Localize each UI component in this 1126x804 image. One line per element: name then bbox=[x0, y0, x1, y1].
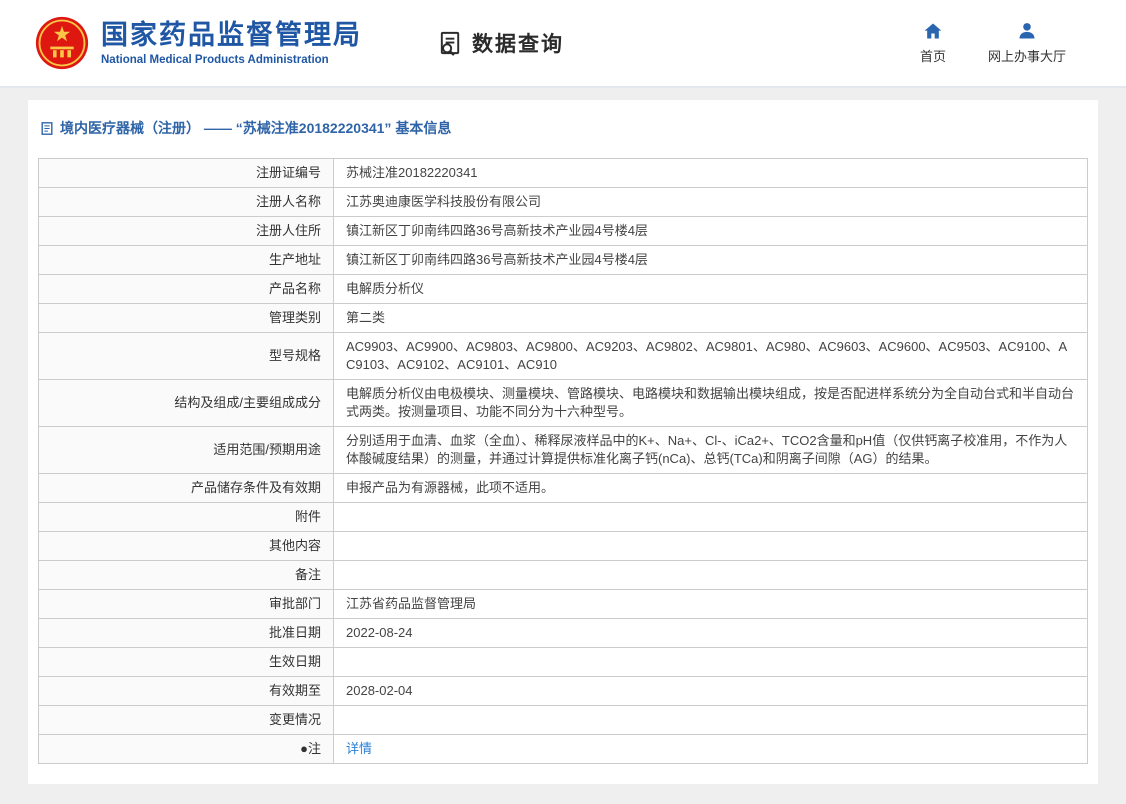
row-value: AC9903、AC9900、AC9803、AC9800、AC9203、AC980… bbox=[334, 333, 1088, 380]
table-row: 产品储存条件及有效期 申报产品为有源器械，此项不适用。 bbox=[39, 474, 1088, 503]
table-row: 其他内容 bbox=[39, 532, 1088, 561]
table-row: 注册人住所 镇江新区丁卯南纬四路36号高新技术产业园4号楼4层 bbox=[39, 217, 1088, 246]
row-value bbox=[334, 561, 1088, 590]
table-row: 附件 bbox=[39, 503, 1088, 532]
registration-info-table: 注册证编号 苏械注准20182220341 注册人名称 江苏奥迪康医学科技股份有… bbox=[38, 158, 1088, 764]
row-value: 镇江新区丁卯南纬四路36号高新技术产业园4号楼4层 bbox=[334, 217, 1088, 246]
table-row: 变更情况 bbox=[39, 706, 1088, 735]
table-row: 结构及组成/主要组成成分 电解质分析仪由电极模块、测量模块、管路模块、电路模块和… bbox=[39, 380, 1088, 427]
row-value: 分别适用于血清、血浆（全血）、稀释尿液样品中的K+、Na+、Cl-、iCa2+、… bbox=[334, 427, 1088, 474]
brand: 国家药品监督管理局 National Medical Products Admi… bbox=[35, 16, 362, 70]
home-icon bbox=[923, 21, 943, 41]
table-row: 有效期至 2028-02-04 bbox=[39, 677, 1088, 706]
row-value bbox=[334, 648, 1088, 677]
table-row: 备注 bbox=[39, 561, 1088, 590]
header-nav: 首页 网上办事大厅 bbox=[920, 21, 1066, 65]
org-name-cn: 国家药品监督管理局 bbox=[101, 20, 362, 51]
table-row: 注册人名称 江苏奥迪康医学科技股份有限公司 bbox=[39, 188, 1088, 217]
nav-home[interactable]: 首页 bbox=[920, 21, 946, 65]
table-row: 适用范围/预期用途 分别适用于血清、血浆（全血）、稀释尿液样品中的K+、Na+、… bbox=[39, 427, 1088, 474]
page-title-row: 境内医疗器械（注册） —— “苏械注准20182220341” 基本信息 bbox=[38, 114, 1088, 142]
row-label: 其他内容 bbox=[39, 532, 334, 561]
row-label: 结构及组成/主要组成成分 bbox=[39, 380, 334, 427]
page-title: 境内医疗器械（注册） —— “苏械注准20182220341” 基本信息 bbox=[60, 118, 451, 138]
row-label: 管理类别 bbox=[39, 304, 334, 333]
document-search-icon bbox=[437, 30, 464, 57]
row-label: 附件 bbox=[39, 503, 334, 532]
row-label: 有效期至 bbox=[39, 677, 334, 706]
row-value bbox=[334, 503, 1088, 532]
nav-home-label: 首页 bbox=[920, 46, 946, 65]
row-label: 审批部门 bbox=[39, 590, 334, 619]
site-header: 国家药品监督管理局 National Medical Products Admi… bbox=[0, 0, 1126, 88]
row-label: 变更情况 bbox=[39, 706, 334, 735]
row-value: 2022-08-24 bbox=[334, 619, 1088, 648]
row-value: 申报产品为有源器械，此项不适用。 bbox=[334, 474, 1088, 503]
org-name-en: National Medical Products Administration bbox=[101, 54, 362, 66]
table-row-note: ●注 详情 bbox=[39, 735, 1088, 764]
table-row: 批准日期 2022-08-24 bbox=[39, 619, 1088, 648]
row-value: 第二类 bbox=[334, 304, 1088, 333]
detail-link[interactable]: 详情 bbox=[346, 741, 372, 756]
person-icon bbox=[1017, 21, 1037, 41]
row-value: 详情 bbox=[334, 735, 1088, 764]
nav-online-hall[interactable]: 网上办事大厅 bbox=[988, 21, 1066, 65]
nmpa-emblem-logo bbox=[35, 16, 89, 70]
data-query-section[interactable]: 数据查询 bbox=[437, 28, 564, 58]
row-value: 江苏省药品监督管理局 bbox=[334, 590, 1088, 619]
table-row: 型号规格 AC9903、AC9900、AC9803、AC9800、AC9203、… bbox=[39, 333, 1088, 380]
row-label: ●注 bbox=[39, 735, 334, 764]
brand-text: 国家药品监督管理局 National Medical Products Admi… bbox=[101, 20, 362, 66]
table-row: 管理类别 第二类 bbox=[39, 304, 1088, 333]
row-label: 生效日期 bbox=[39, 648, 334, 677]
nav-online-hall-label: 网上办事大厅 bbox=[988, 46, 1066, 65]
row-value bbox=[334, 532, 1088, 561]
row-value: 苏械注准20182220341 bbox=[334, 159, 1088, 188]
row-label: 适用范围/预期用途 bbox=[39, 427, 334, 474]
table-row: 产品名称 电解质分析仪 bbox=[39, 275, 1088, 304]
row-label: 生产地址 bbox=[39, 246, 334, 275]
row-label: 注册人名称 bbox=[39, 188, 334, 217]
row-label: 注册证编号 bbox=[39, 159, 334, 188]
table-row: 生效日期 bbox=[39, 648, 1088, 677]
data-query-label: 数据查询 bbox=[472, 28, 564, 58]
row-value: 镇江新区丁卯南纬四路36号高新技术产业园4号楼4层 bbox=[334, 246, 1088, 275]
row-value: 电解质分析仪 bbox=[334, 275, 1088, 304]
row-value: 江苏奥迪康医学科技股份有限公司 bbox=[334, 188, 1088, 217]
table-row: 生产地址 镇江新区丁卯南纬四路36号高新技术产业园4号楼4层 bbox=[39, 246, 1088, 275]
row-label: 批准日期 bbox=[39, 619, 334, 648]
row-label: 型号规格 bbox=[39, 333, 334, 380]
row-label: 产品名称 bbox=[39, 275, 334, 304]
row-value: 电解质分析仪由电极模块、测量模块、管路模块、电路模块和数据输出模块组成，按是否配… bbox=[334, 380, 1088, 427]
content-panel: 境内医疗器械（注册） —— “苏械注准20182220341” 基本信息 注册证… bbox=[28, 100, 1098, 784]
main-content: 境内医疗器械（注册） —— “苏械注准20182220341” 基本信息 注册证… bbox=[0, 88, 1126, 804]
row-value: 2028-02-04 bbox=[334, 677, 1088, 706]
row-label: 产品储存条件及有效期 bbox=[39, 474, 334, 503]
table-row: 审批部门 江苏省药品监督管理局 bbox=[39, 590, 1088, 619]
row-value bbox=[334, 706, 1088, 735]
document-icon bbox=[40, 121, 54, 136]
row-label: 注册人住所 bbox=[39, 217, 334, 246]
row-label: 备注 bbox=[39, 561, 334, 590]
table-row: 注册证编号 苏械注准20182220341 bbox=[39, 159, 1088, 188]
